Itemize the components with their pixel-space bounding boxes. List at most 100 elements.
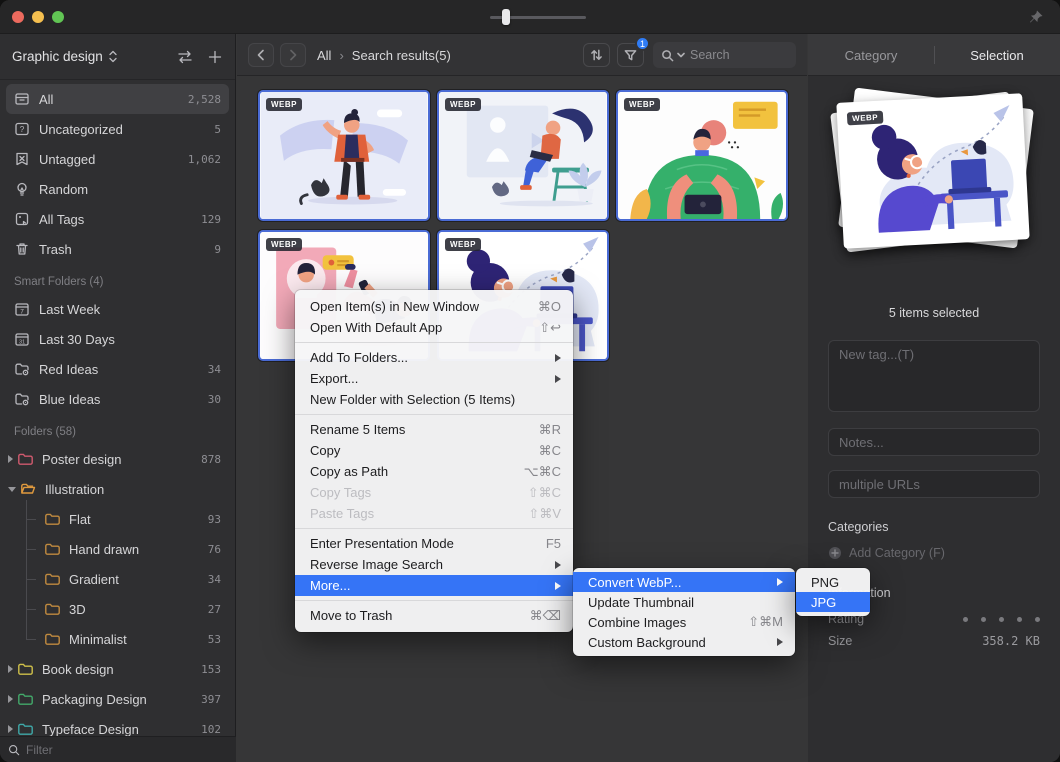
menu-item-open-in-new-window[interactable]: Open Item(s) in New Window⌘O	[295, 296, 573, 317]
menu-item-jpg[interactable]: JPG	[796, 592, 870, 612]
trash-icon	[14, 241, 30, 257]
sidebar-folder-illustration[interactable]: Illustration	[0, 474, 235, 504]
disclosure-triangle-icon[interactable]	[8, 455, 13, 463]
menu-separator	[295, 600, 573, 601]
disclosure-triangle-icon[interactable]	[8, 665, 13, 673]
sidebar-item-red-ideas[interactable]: Red Ideas 34	[0, 354, 235, 384]
search-box[interactable]	[653, 42, 796, 68]
chevron-down-icon[interactable]	[677, 52, 685, 58]
folder-filter-input[interactable]	[26, 743, 206, 757]
menu-separator	[295, 528, 573, 529]
breadcrumb: All › Search results(5)	[317, 34, 451, 76]
menu-item-convert-webp[interactable]: Convert WebP...	[573, 572, 795, 592]
open-folder-icon	[20, 481, 36, 497]
thumbnail-3[interactable]: WEBP	[616, 90, 788, 221]
submenu-arrow-icon	[555, 375, 561, 383]
folder-icon	[44, 631, 60, 647]
menu-item-move-to-trash[interactable]: Move to Trash⌘⌫	[295, 605, 573, 626]
tab-category[interactable]: Category	[808, 34, 934, 76]
back-button[interactable]	[248, 43, 274, 67]
disclosure-triangle-icon[interactable]	[8, 725, 13, 733]
sidebar-item-last-30-days[interactable]: 31 Last 30 Days	[0, 324, 235, 354]
sidebar-folder-3d[interactable]: 3D 27	[0, 594, 235, 624]
urls-input[interactable]	[828, 470, 1040, 498]
menu-item-update-thumbnail[interactable]: Update Thumbnail	[573, 592, 795, 612]
sidebar-folder-packaging-design[interactable]: Packaging Design 397	[0, 684, 235, 714]
maximize-window-button[interactable]	[52, 11, 64, 23]
tree-line	[26, 519, 36, 520]
size-value: 358.2 KB	[982, 634, 1040, 648]
menu-item-custom-background[interactable]: Custom Background	[573, 632, 795, 652]
sort-order-icon	[590, 48, 603, 62]
menu-separator	[295, 342, 573, 343]
untagged-icon	[14, 151, 30, 167]
menu-item-copy[interactable]: Copy⌘C	[295, 440, 573, 461]
tab-selection[interactable]: Selection	[934, 34, 1060, 76]
breadcrumb-root[interactable]: All	[317, 48, 331, 63]
library-title: Graphic design	[12, 49, 103, 64]
sidebar-item-last-week[interactable]: 7 Last Week	[0, 294, 235, 324]
sidebar-folder-book-design[interactable]: Book design 153	[0, 654, 235, 684]
menu-item-copy-as-path[interactable]: Copy as Path⌥⌘C	[295, 461, 573, 482]
menu-item-png[interactable]: PNG	[796, 572, 870, 592]
notes-input[interactable]	[828, 428, 1040, 456]
all-items-icon	[14, 91, 30, 107]
sidebar-folder-minimalist[interactable]: Minimalist 53	[0, 624, 235, 654]
sidebar-item-random[interactable]: Random	[0, 174, 235, 204]
add-folder-icon[interactable]	[207, 49, 223, 65]
menu-item-combine-images[interactable]: Combine Images⇧⌘M	[573, 612, 795, 632]
menu-item-open-with-default-app[interactable]: Open With Default App⇧↩	[295, 317, 573, 338]
menu-item-rename[interactable]: Rename 5 Items⌘R	[295, 419, 573, 440]
breadcrumb-current[interactable]: Search results(5)	[352, 48, 451, 63]
sidebar-folder-typeface-design[interactable]: Typeface Design 102	[0, 714, 235, 736]
menu-item-add-to-folders[interactable]: Add To Folders...	[295, 347, 573, 368]
thumbnail-1[interactable]: WEBP	[258, 90, 430, 221]
sidebar-folder-hand-drawn[interactable]: Hand drawn 76	[0, 534, 235, 564]
illustration-man-green-sweater	[618, 92, 786, 219]
tree-line	[26, 609, 36, 610]
menu-item-more[interactable]: More...	[295, 575, 573, 596]
sidebar-item-uncategorized[interactable]: ? Uncategorized 5	[0, 114, 235, 144]
sidebar-folder-poster-design[interactable]: Poster design 878	[0, 444, 235, 474]
folder-icon	[17, 691, 33, 707]
sidebar-folder-gradient[interactable]: Gradient 34	[0, 564, 235, 594]
calendar-7-icon: 7	[14, 301, 30, 317]
menu-item-export[interactable]: Export...	[295, 368, 573, 389]
rating-dots[interactable]	[963, 617, 1040, 622]
new-tag-input[interactable]	[828, 340, 1040, 412]
library-switcher[interactable]: Graphic design	[0, 34, 235, 80]
disclosure-triangle-icon[interactable]	[8, 695, 13, 703]
menu-item-reverse-image-search[interactable]: Reverse Image Search	[295, 554, 573, 575]
sidebar-item-blue-ideas[interactable]: Blue Ideas 30	[0, 384, 235, 414]
menu-item-enter-presentation-mode[interactable]: Enter Presentation ModeF5	[295, 533, 573, 554]
add-category-button[interactable]: Add Category (F)	[828, 546, 945, 560]
forward-button[interactable]	[280, 43, 306, 67]
format-badge: WEBP	[847, 111, 884, 126]
search-input[interactable]	[690, 48, 775, 62]
selection-preview-stack[interactable]: WEBP	[828, 88, 1040, 268]
sidebar-item-all[interactable]: All 2,528	[6, 84, 229, 114]
menu-item-new-folder-with-selection[interactable]: New Folder with Selection (5 Items)	[295, 389, 573, 410]
sidebar-folder-flat[interactable]: Flat 93	[0, 504, 235, 534]
submenu-arrow-icon	[777, 578, 783, 586]
inspector-panel: Category Selection WEBP 5 items selected…	[808, 34, 1060, 762]
folder-icon	[17, 451, 33, 467]
sidebar-item-untagged[interactable]: Untagged 1,062	[0, 144, 235, 174]
uncategorized-icon: ?	[14, 121, 30, 137]
sidebar-item-all-tags[interactable]: All Tags 129	[0, 204, 235, 234]
thumbnail-size-slider-handle[interactable]	[502, 9, 510, 25]
search-icon	[661, 49, 674, 62]
close-window-button[interactable]	[12, 11, 24, 23]
svg-text:7: 7	[20, 309, 24, 316]
all-tags-icon	[14, 211, 30, 227]
format-badge: WEBP	[266, 238, 302, 251]
pin-window-icon[interactable]	[1028, 9, 1044, 25]
sort-folders-icon[interactable]	[177, 49, 193, 65]
format-badge: WEBP	[445, 238, 481, 251]
disclosure-triangle-icon[interactable]	[8, 487, 16, 492]
sidebar-item-trash[interactable]: Trash 9	[0, 234, 235, 264]
minimize-window-button[interactable]	[32, 11, 44, 23]
thumbnail-2[interactable]: WEBP	[437, 90, 609, 221]
sort-button[interactable]	[583, 43, 610, 67]
submenu-arrow-icon	[555, 354, 561, 362]
